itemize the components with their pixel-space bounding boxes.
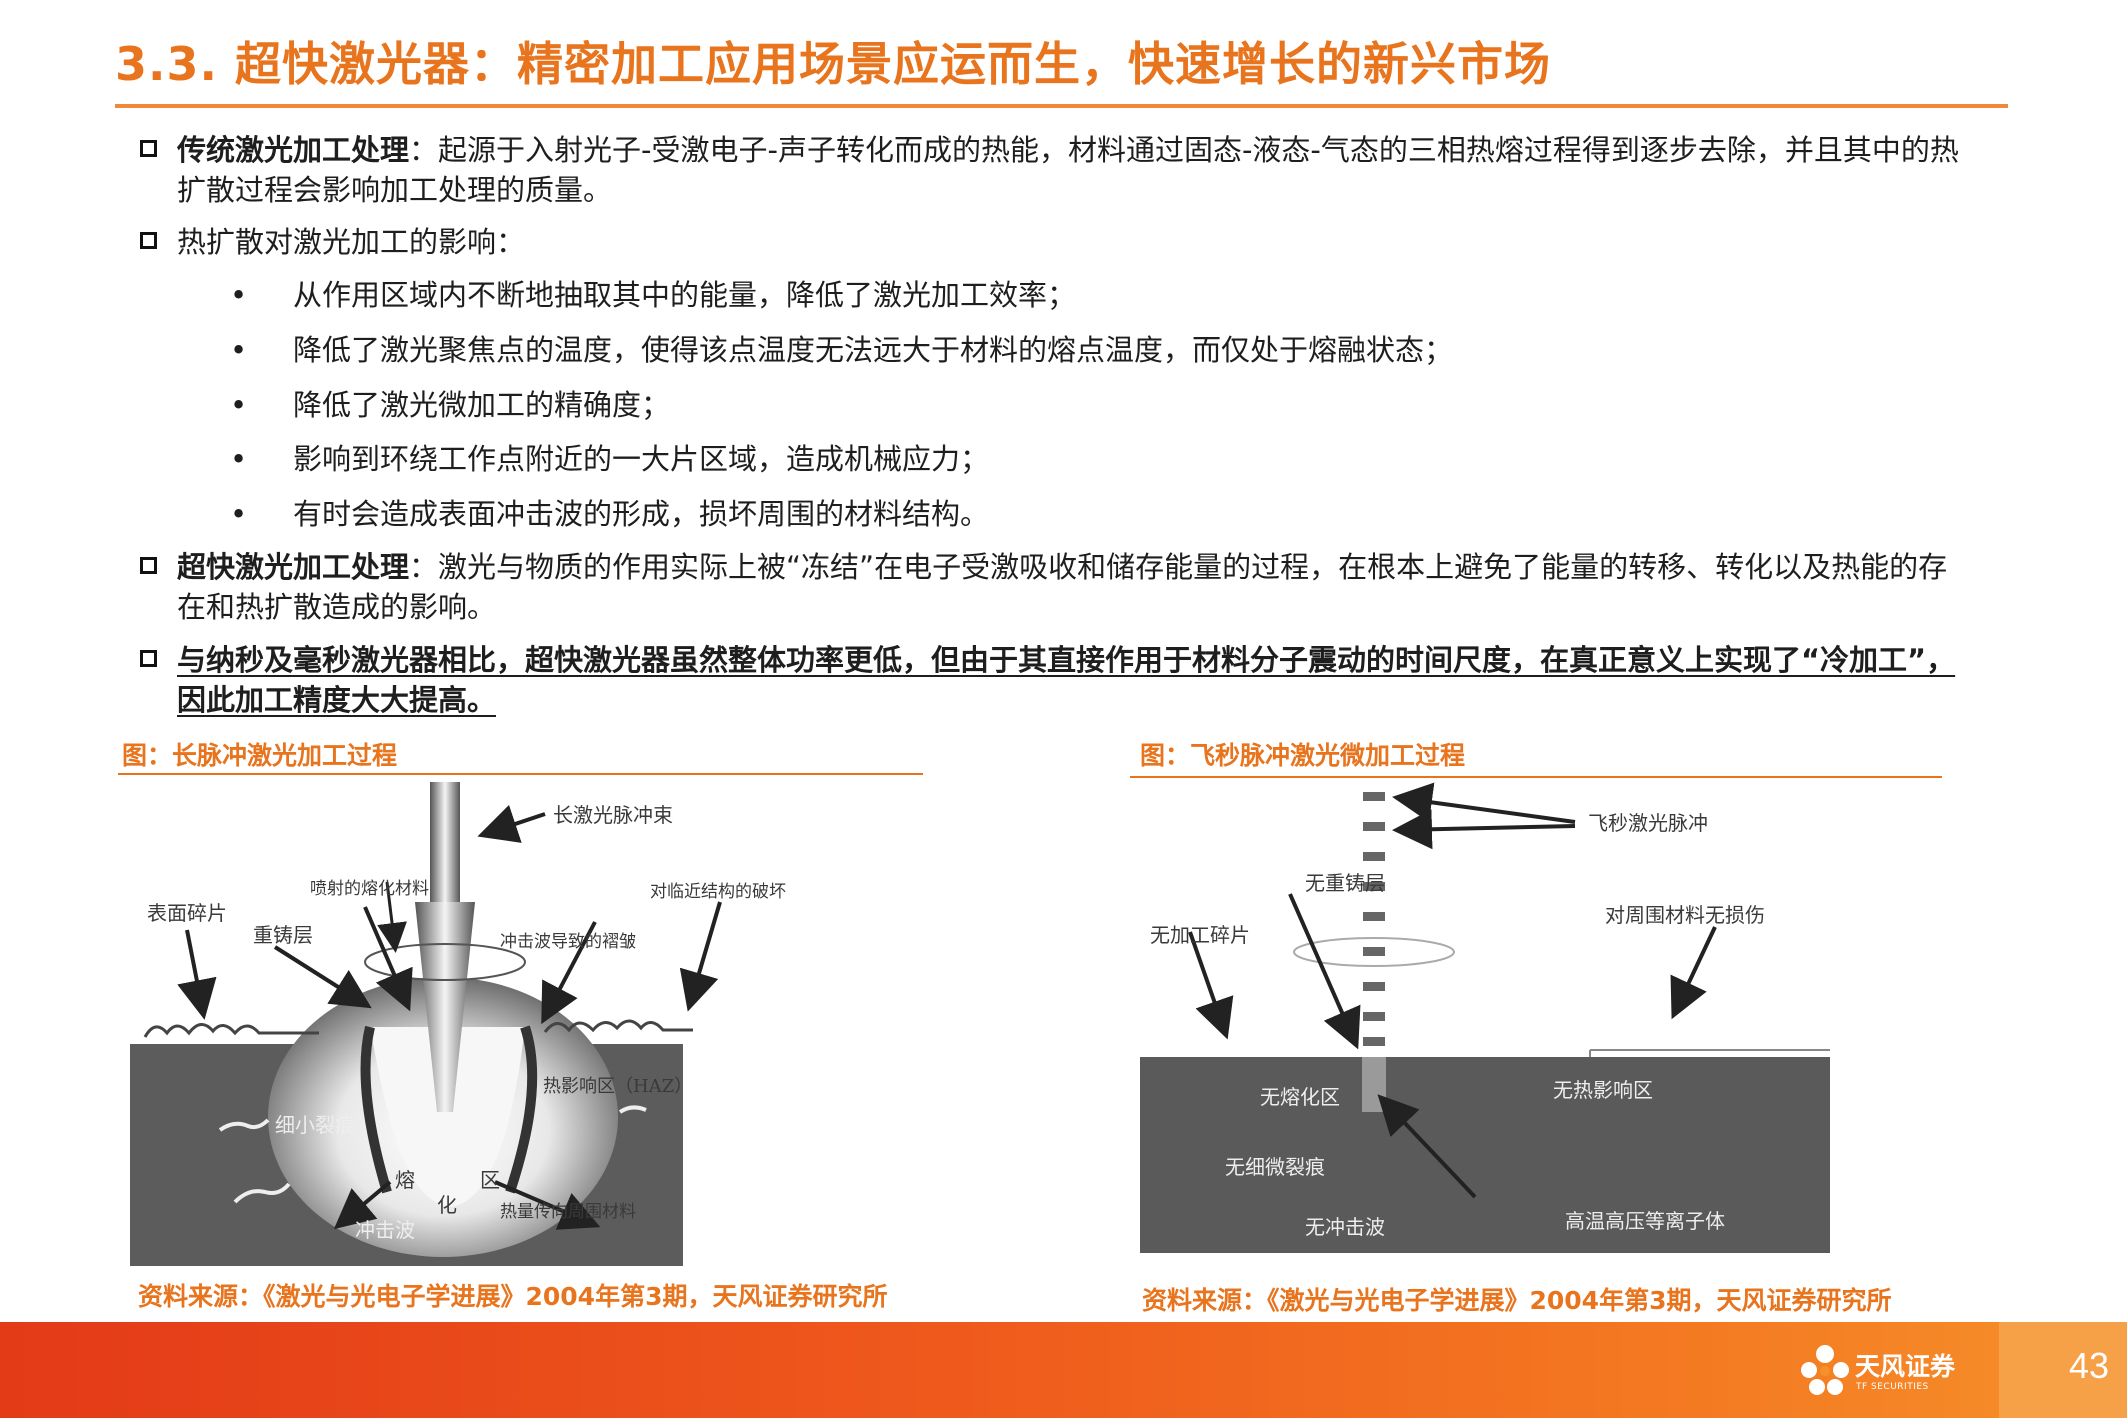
figure-right-title: 图：飞秒脉冲激光微加工过程: [1140, 741, 1466, 770]
point-text: 热扩散对激光加工的影响：: [177, 225, 526, 259]
sub-bullet-item: • 降低了激光聚焦点的温度，使得该点温度无法远大于材料的熔点温度，而仅处于熔融状…: [230, 330, 1453, 370]
label-recast: 重铸层: [253, 923, 313, 947]
label-plasma: 高温高压等离子体: [1565, 1209, 1725, 1233]
label-damage: 对临近结构的破坏: [650, 882, 786, 902]
sub-bullet-text: 降低了激光微加工的精确度；: [293, 388, 671, 422]
label-pulse: 飞秒激光脉冲: [1588, 811, 1708, 835]
label-melt-3: 化: [437, 1193, 457, 1217]
square-bullet-icon: [140, 557, 157, 574]
label-no-recast: 无重铸层: [1305, 871, 1385, 895]
bullet-dot: •: [230, 333, 248, 367]
sub-bullet-text: 有时会造成表面冲击波的形成，损坏周围的材料结构。: [293, 497, 990, 531]
long-pulse-diagram: 长激光脉冲束 表面碎片 重铸层 喷射的熔化材料 冲击波导致的褶皱 对临近结构的破…: [130, 782, 786, 1266]
label-shock-wrinkle: 冲击波导致的褶皱: [500, 932, 636, 952]
tf-logo-icon: [1801, 1345, 1849, 1395]
square-bullet-icon: [140, 650, 157, 667]
sub-bullet-item: • 影响到环绕工作点附近的一大片区域，造成机械应力；: [230, 439, 989, 479]
sub-bullet-item: • 从作用区域内不断地抽取其中的能量，降低了激光加工效率；: [230, 275, 1076, 315]
label-debris: 表面碎片: [147, 901, 227, 925]
point-heat-diffusion: 热扩散对激光加工的影响：: [140, 222, 1970, 262]
point-ultrafast: 超快激光加工处理：激光与物质的作用实际上被“冻结”在电子受激吸收和储存能量的过程…: [140, 547, 1970, 627]
femtosecond-diagram: 飞秒激光脉冲 无重铸层 无加工碎片 对周围材料无损伤 无熔化区 无热影响区 无细…: [1140, 782, 1830, 1253]
label-no-haz: 无热影响区: [1553, 1078, 1653, 1102]
bullet-dot: •: [230, 442, 248, 476]
title-divider: [115, 104, 2008, 108]
figure-right-source: 资料来源：《激光与光电子学进展》2004年第3期，天风证券研究所: [1142, 1286, 1892, 1315]
bullet-dot: •: [230, 278, 248, 312]
label-no-shock: 无冲击波: [1305, 1215, 1385, 1239]
label-melt-1: 熔: [395, 1168, 415, 1192]
sub-bullet-text: 降低了激光聚焦点的温度，使得该点温度无法远大于材料的熔点温度，而仅处于熔融状态；: [293, 333, 1454, 367]
square-bullet-icon: [140, 140, 157, 157]
label-haz: 热影响区（HAZ）: [543, 1076, 692, 1097]
figure-left-title: 图：长脉冲激光加工过程: [122, 741, 398, 770]
label-heat: 热量传向周围材料: [500, 1202, 636, 1222]
bullet-dot: •: [230, 388, 248, 422]
label-beam: 长激光脉冲束: [553, 803, 673, 827]
sub-bullet-text: 影响到环绕工作点附近的一大片区域，造成机械应力；: [293, 442, 990, 476]
page-number: 43: [2068, 1345, 2109, 1386]
sub-bullet-item: • 有时会造成表面冲击波的形成，损坏周围的材料结构。: [230, 494, 989, 534]
label-no-debris: 无加工碎片: [1150, 923, 1250, 947]
sub-bullet-text: 从作用区域内不断地抽取其中的能量，降低了激光加工效率；: [293, 278, 1077, 312]
label-shockwave: 冲击波: [355, 1218, 415, 1242]
figure-left-rule: [118, 773, 923, 775]
square-bullet-icon: [140, 232, 157, 249]
point-text: ：起源于入射光子-受激电子-声子转化而成的热能，材料通过固态-液态-气态的三相热…: [177, 133, 1959, 207]
logo-text-en: TF SECURITIES: [1856, 1382, 1929, 1392]
point-label: 传统激光加工处理: [177, 133, 410, 167]
point-traditional: 传统激光加工处理：起源于入射光子-受激电子-声子转化而成的热能，材料通过固态-液…: [140, 130, 1970, 210]
figure-right-rule: [1130, 776, 1942, 778]
bullet-dot: •: [230, 497, 248, 531]
label-melt-2: 区: [480, 1168, 500, 1192]
figure-left-source: 资料来源：《激光与光电子学进展》2004年第3期，天风证券研究所: [138, 1282, 888, 1311]
page-title: 3.3. 超快激光器：精密加工应用场景应运而生，快速增长的新兴市场: [115, 37, 1551, 91]
label-ejected: 喷射的熔化材料: [310, 879, 429, 899]
ablation-hole: [1362, 1057, 1386, 1112]
point-comparison: 与纳秒及毫秒激光器相比，超快激光器虽然整体功率更低，但由于其直接作用于材料分子震…: [140, 640, 1970, 720]
point-text: ：激光与物质的作用实际上被“冻结”在电子受激吸收和储存能量的过程，在根本上避免了…: [177, 550, 1948, 624]
logo-text-cn: 天风证券: [1855, 1352, 1956, 1381]
sub-bullet-item: • 降低了激光微加工的精确度；: [230, 385, 670, 425]
label-no-cracks: 无细微裂痕: [1225, 1155, 1325, 1179]
label-no-melt: 无熔化区: [1260, 1085, 1340, 1109]
label-no-damage: 对周围材料无损伤: [1605, 903, 1765, 927]
point-label: 超快激光加工处理: [177, 550, 410, 584]
label-cracks: 细小裂痕: [275, 1113, 355, 1137]
point-text: 与纳秒及毫秒激光器相比，超快激光器虽然整体功率更低，但由于其直接作用于材料分子震…: [177, 643, 1956, 717]
